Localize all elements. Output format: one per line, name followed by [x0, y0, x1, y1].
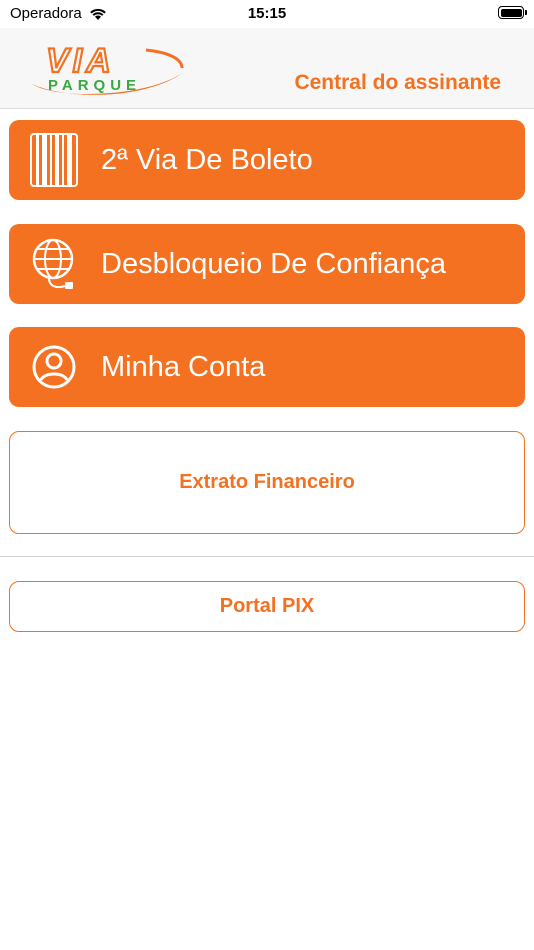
user-icon — [29, 342, 79, 392]
extrato-financeiro-button[interactable]: Extrato Financeiro — [9, 431, 525, 534]
globe-icon — [29, 238, 79, 289]
boleto-button[interactable]: 2ª Via De Boleto — [9, 120, 525, 200]
page-title: Central do assinante — [294, 71, 501, 94]
section-divider — [0, 556, 534, 557]
extrato-financeiro-label: Extrato Financeiro — [179, 471, 355, 493]
clock: 15:15 — [247, 5, 287, 22]
portal-pix-label: Portal PIX — [219, 595, 315, 617]
logo-text-parque: PARQUE — [48, 77, 141, 94]
logo-text-via: VIA — [46, 42, 115, 80]
battery-icon — [498, 6, 527, 19]
app-header: VIA PARQUE Central do assinante — [0, 28, 534, 109]
portal-pix-button[interactable]: Portal PIX — [9, 581, 525, 632]
desbloqueio-button[interactable]: Desbloqueio De Confiança — [9, 224, 525, 304]
via-parque-logo: VIA PARQUE — [32, 41, 184, 95]
minha-conta-button[interactable]: Minha Conta — [9, 327, 525, 407]
boleto-label: 2ª Via De Boleto — [101, 143, 313, 176]
desbloqueio-label: Desbloqueio De Confiança — [101, 247, 446, 280]
minha-conta-label: Minha Conta — [101, 350, 266, 383]
status-bar: Operadora 15:15 — [0, 0, 534, 28]
barcode-icon — [29, 133, 79, 187]
